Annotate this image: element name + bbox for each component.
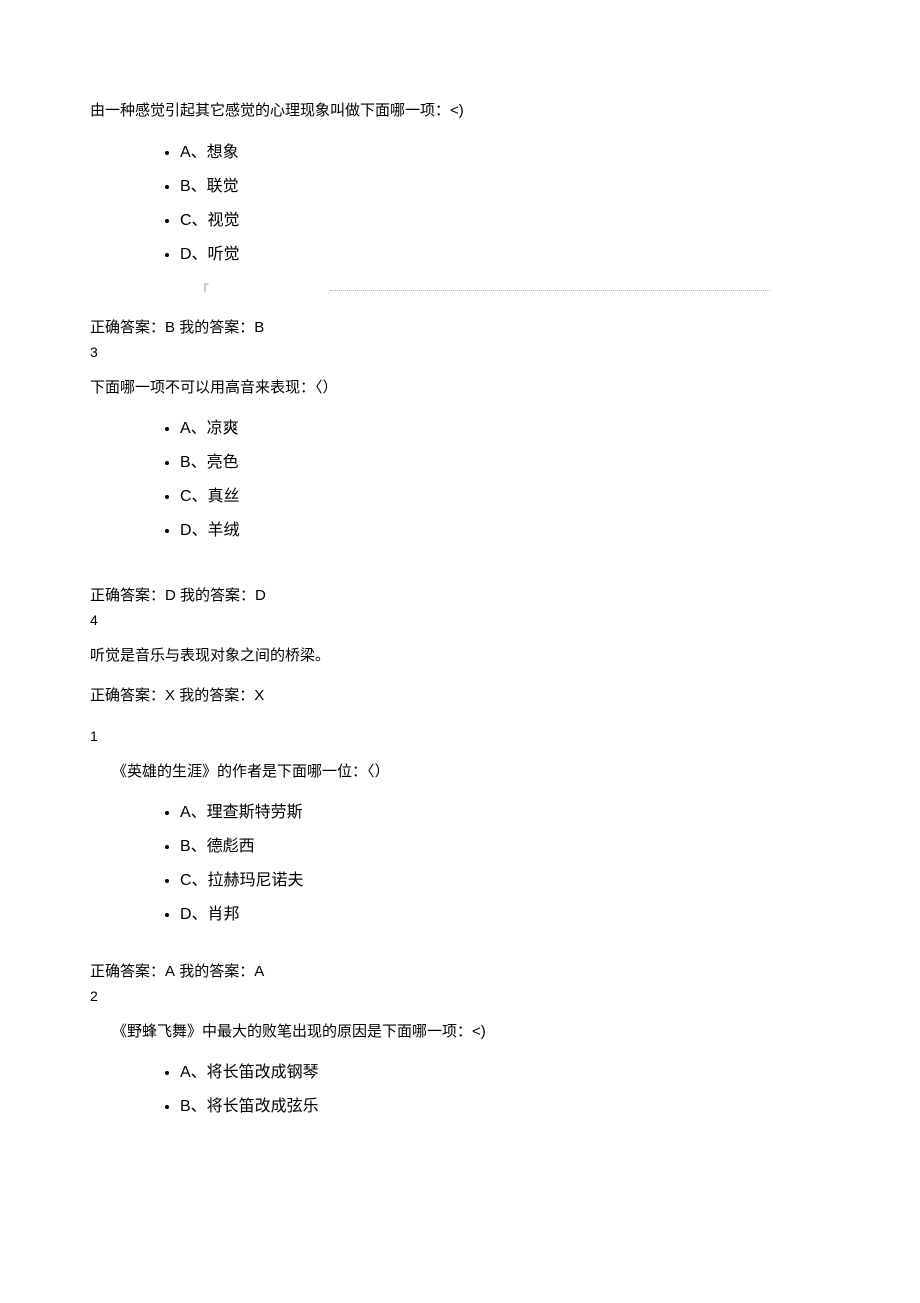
answer-line: 正确答案：X 我的答案：X (90, 685, 830, 708)
my-answer-label: 我的答案： (175, 687, 254, 704)
question-prompt: 下面哪一项不可以用高音来表现：〈） (90, 377, 830, 400)
option-c: C、视觉 (180, 209, 830, 233)
question-number: 1 (90, 726, 830, 747)
option-d: D、听觉 (180, 243, 830, 267)
option-d: D、肖邦 (180, 903, 830, 927)
answer-line: 正确答案：D 我的答案：D (90, 585, 830, 608)
correct-answer-label: 正确答案： (90, 963, 165, 980)
correct-answer-label: 正确答案： (90, 319, 165, 336)
my-answer-label: 我的答案： (175, 963, 254, 980)
option-d: D、羊绒 (180, 519, 830, 543)
answer-line: 正确答案：B 我的答案：B (90, 317, 830, 340)
option-b: B、将长笛改成弦乐 (180, 1095, 830, 1119)
question-number: 3 (90, 342, 830, 363)
option-b: B、亮色 (180, 451, 830, 475)
question-prompt: 听觉是音乐与表现对象之间的桥梁。 (90, 645, 830, 668)
option-label: B、将长笛改成弦乐 (180, 1098, 319, 1115)
option-a: A、想象 (180, 141, 830, 165)
options-list: A、理查斯特劳斯 B、德彪西 C、拉赫玛尼诺夫 D、肖邦 (90, 801, 830, 927)
answer-line: 正确答案：A 我的答案：A (90, 961, 830, 984)
options-list: A、想象 B、联觉 C、视觉 D、听觉 (90, 141, 830, 267)
option-c: C、真丝 (180, 485, 830, 509)
option-label: C、视觉 (180, 212, 240, 229)
corner-mark: 「 (196, 281, 208, 301)
option-label: C、真丝 (180, 488, 240, 505)
option-label: C、拉赫玛尼诺夫 (180, 872, 304, 889)
option-b: B、联觉 (180, 175, 830, 199)
correct-answer-value: D (165, 587, 176, 604)
option-b: B、德彪西 (180, 835, 830, 859)
option-a: A、理查斯特劳斯 (180, 801, 830, 825)
correct-answer-value: X (165, 687, 175, 704)
options-list: A、凉爽 B、亮色 C、真丝 D、羊绒 (90, 417, 830, 543)
my-answer-value: B (254, 319, 264, 336)
page-content: 由一种感觉引起其它感觉的心理现象叫做下面哪一项：<) A、想象 B、联觉 C、视… (0, 0, 920, 1193)
option-label: D、肖邦 (180, 906, 240, 923)
dotted-divider (330, 290, 770, 291)
option-c: C、拉赫玛尼诺夫 (180, 869, 830, 893)
correct-answer-value: B (165, 319, 175, 336)
option-label: B、亮色 (180, 454, 239, 471)
option-label: A、将长笛改成钢琴 (180, 1064, 319, 1081)
option-label: B、德彪西 (180, 838, 255, 855)
my-answer-label: 我的答案： (176, 587, 255, 604)
my-answer-label: 我的答案： (175, 319, 254, 336)
question-prompt: 由一种感觉引起其它感觉的心理现象叫做下面哪一项：<) (90, 100, 830, 123)
option-label: A、理查斯特劳斯 (180, 804, 303, 821)
my-answer-value: A (254, 963, 264, 980)
question-prompt: 《野蜂飞舞》中最大的败笔出现的原因是下面哪一项：<) (90, 1021, 830, 1044)
my-answer-value: X (254, 687, 264, 704)
question-number: 2 (90, 986, 830, 1007)
divider-row: 「 (90, 281, 830, 304)
correct-answer-value: A (165, 963, 175, 980)
option-label: D、羊绒 (180, 522, 240, 539)
my-answer-value: D (255, 587, 266, 604)
correct-answer-label: 正确答案： (90, 687, 165, 704)
correct-answer-label: 正确答案： (90, 587, 165, 604)
option-label: B、联觉 (180, 178, 239, 195)
option-label: D、听觉 (180, 246, 240, 263)
question-number: 4 (90, 610, 830, 631)
question-prompt: 《英雄的生涯》的作者是下面哪一位：〈） (90, 761, 830, 784)
option-a: A、将长笛改成钢琴 (180, 1061, 830, 1085)
option-a: A、凉爽 (180, 417, 830, 441)
options-list: A、将长笛改成钢琴 B、将长笛改成弦乐 (90, 1061, 830, 1119)
option-label: A、想象 (180, 144, 239, 161)
option-label: A、凉爽 (180, 420, 239, 437)
